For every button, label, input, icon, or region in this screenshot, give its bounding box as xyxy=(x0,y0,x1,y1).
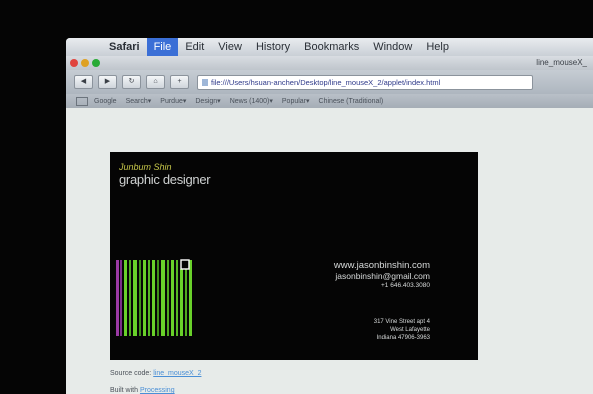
window-titlebar: line_mouseX_ xyxy=(66,56,593,70)
bookmark-google[interactable]: Google xyxy=(94,98,117,105)
menu-history[interactable]: History xyxy=(249,38,297,56)
page-icon xyxy=(202,78,208,86)
card-name: Junbum Shin xyxy=(119,162,172,172)
monitor-screen: Safari File Edit View History Bookmarks … xyxy=(66,38,593,394)
page-content: Junbum Shin graphic designer www.jasonbi… xyxy=(66,108,593,394)
card-email: jasonbinshin@gmail.com xyxy=(335,271,430,281)
add-bookmark-button[interactable]: + xyxy=(170,75,189,89)
bookmark-design[interactable]: Design▾ xyxy=(195,97,220,105)
bookmark-purdue[interactable]: Purdue▾ xyxy=(160,97,186,105)
menu-window[interactable]: Window xyxy=(366,38,419,56)
source-code-label: Source code: xyxy=(110,370,152,377)
address-line-1: 317 Vine Street apt 4 xyxy=(373,319,430,325)
card-role: graphic designer xyxy=(119,172,211,187)
menu-view[interactable]: View xyxy=(211,38,249,56)
zoom-window-button[interactable] xyxy=(92,59,100,67)
barcode-graphic xyxy=(116,259,193,336)
address-bar[interactable]: file:///Users/hsuan-anchen/Desktop/line_… xyxy=(197,74,533,90)
reload-button[interactable]: ↻ xyxy=(122,75,141,89)
window-title: line_mouseX_ xyxy=(536,58,587,67)
menu-bookmarks[interactable]: Bookmarks xyxy=(297,38,366,56)
menu-file[interactable]: File xyxy=(146,38,179,56)
bookmark-news[interactable]: News (1400)▾ xyxy=(230,97,273,105)
address-line-2: West Lafayette xyxy=(390,327,430,333)
address-line-3: Indiana 47906-3963 xyxy=(376,335,430,341)
menu-edit[interactable]: Edit xyxy=(178,38,211,56)
source-code-link[interactable]: line_mouseX_2 xyxy=(153,370,201,377)
menu-bar: Safari File Edit View History Bookmarks … xyxy=(66,38,593,56)
home-button[interactable]: ⌂ xyxy=(146,75,165,89)
address-text: file:///Users/hsuan-anchen/Desktop/line_… xyxy=(211,77,441,87)
card-website: www.jasonbinshin.com xyxy=(333,260,430,271)
browser-toolbar: ◀ ▶ ↻ ⌂ + file:///Users/hsuan-anchen/Des… xyxy=(66,70,593,94)
built-with-label: Built with xyxy=(110,387,139,394)
card-phone: +1 646.403.3080 xyxy=(381,282,430,289)
forward-button[interactable]: ▶ xyxy=(98,75,117,89)
bookmark-popular[interactable]: Popular▾ xyxy=(282,97,310,105)
processing-link[interactable]: Processing xyxy=(140,387,175,394)
bookmarks-icon[interactable] xyxy=(76,96,88,106)
bookmarks-bar: Google Search▾ Purdue▾ Design▾ News (140… xyxy=(66,94,593,108)
contact-block: www.jasonbinshin.com jasonbinshin@gmail.… xyxy=(334,260,430,289)
bookmark-chinese[interactable]: Chinese (Traditional) xyxy=(319,98,384,105)
minimize-window-button[interactable] xyxy=(81,59,89,67)
bookmark-search[interactable]: Search▾ xyxy=(126,97,152,105)
page-footer: Source code: line_mouseX_2 Built with Pr… xyxy=(110,370,201,394)
back-button[interactable]: ◀ xyxy=(74,75,93,89)
business-card-applet[interactable]: Junbum Shin graphic designer www.jasonbi… xyxy=(110,152,478,360)
menu-safari[interactable]: Safari xyxy=(102,38,147,56)
close-window-button[interactable] xyxy=(70,59,78,67)
cursor-icon xyxy=(180,259,190,270)
menu-help[interactable]: Help xyxy=(419,38,456,56)
address-block: 317 Vine Street apt 4 West Lafayette Ind… xyxy=(374,318,430,342)
